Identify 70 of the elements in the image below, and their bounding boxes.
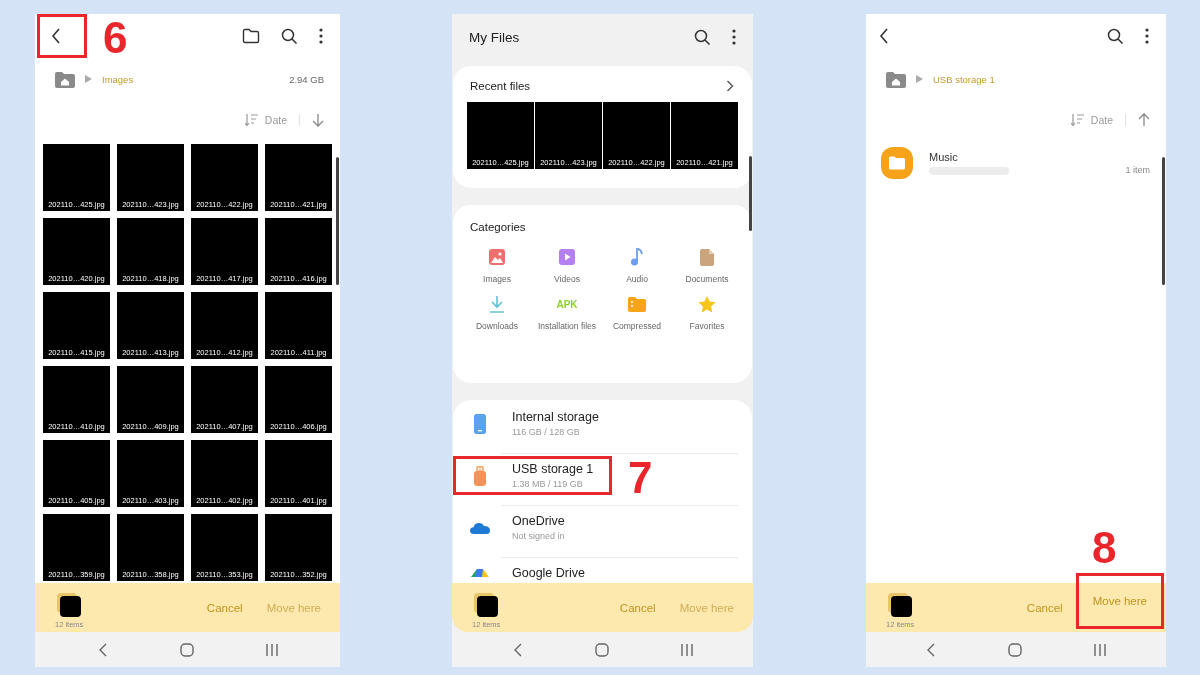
storage-name: Internal storage [512,410,599,424]
selection-thumbnail-icon [888,592,913,617]
download-icon[interactable] [489,295,505,314]
sort-direction-icon[interactable] [1138,113,1150,127]
image-icon[interactable] [489,249,505,265]
star-icon[interactable] [698,295,716,313]
selection-thumbnail-icon [474,592,499,617]
selection-thumbnail-icon [57,592,82,617]
sort-icon[interactable] [1070,114,1085,126]
category-label[interactable]: Favorites [675,321,739,332]
storage-detail: 116 GB / 128 GB [512,427,581,437]
usb-drive-icon [474,465,486,486]
storage-detail: Not signed in [512,531,565,541]
storage-item[interactable]: Google Drive [453,560,604,583]
storage-item[interactable]: OneDrive Not signed in [453,508,601,547]
drive-icon [471,569,489,577]
home-folder-icon[interactable] [55,70,75,88]
sort-icon[interactable] [244,114,259,126]
step-number: 7 [628,456,653,500]
zip-folder-icon[interactable] [628,296,646,312]
back-nav-icon[interactable] [97,642,108,657]
step-number: 8 [1092,526,1117,570]
storage-item[interactable]: USB storage 1 1.38 MB / 119 GB [453,456,613,495]
section-title: Recent files [470,80,531,92]
home-nav-icon[interactable] [179,642,194,657]
document-icon[interactable] [700,248,714,266]
category-label[interactable]: Images [465,274,529,285]
step-number: 6 [103,16,128,60]
recents-nav-icon[interactable] [680,643,693,656]
category-label[interactable]: Compressed [605,321,669,332]
cloud-icon [470,521,490,534]
search-icon[interactable] [694,28,711,46]
triangle-right-icon [916,75,923,83]
category-label[interactable]: Downloads [465,321,529,332]
storage-detail: 1.38 MB / 119 GB [512,479,584,489]
folder-name[interactable]: Music [929,150,1009,163]
category-label[interactable]: Audio [605,274,669,285]
item-count: 1 item [1125,164,1150,175]
storage-name: OneDrive [512,514,565,528]
storage-name: USB storage 1 [512,462,594,476]
home-nav-icon[interactable] [1008,642,1022,657]
back-nav-icon[interactable] [512,642,523,657]
more-icon[interactable] [319,28,323,44]
search-icon[interactable] [1107,27,1124,45]
back-button[interactable] [37,14,87,58]
screen-title: My Files [469,29,520,45]
phone-icon [474,413,486,434]
triangle-right-icon [85,75,92,83]
sort-direction-icon[interactable] [312,113,324,127]
section-title: Categories [470,221,526,233]
storage-name: Google Drive [512,566,585,580]
category-label[interactable]: Videos [535,274,599,285]
home-folder-icon[interactable] [886,70,906,88]
music-note-icon[interactable] [630,248,644,266]
folder-size: 2.94 GB [289,73,324,85]
recents-nav-icon[interactable] [1094,643,1106,656]
chevron-left-icon [878,27,890,45]
home-nav-icon[interactable] [594,642,609,657]
play-icon[interactable] [559,249,575,265]
more-icon[interactable] [732,29,736,45]
more-icon[interactable] [1145,28,1149,44]
category-label[interactable]: Documents [675,274,739,285]
chevron-left-icon [50,27,62,45]
folder-icon[interactable] [242,28,260,44]
recents-nav-icon[interactable] [265,643,278,656]
back-nav-icon[interactable] [926,642,936,657]
chevron-right-icon[interactable] [726,80,734,92]
storage-item[interactable]: Internal storage 116 GB / 128 GB [453,404,618,443]
search-icon[interactable] [281,27,298,45]
category-label[interactable]: Installation files [535,321,599,332]
